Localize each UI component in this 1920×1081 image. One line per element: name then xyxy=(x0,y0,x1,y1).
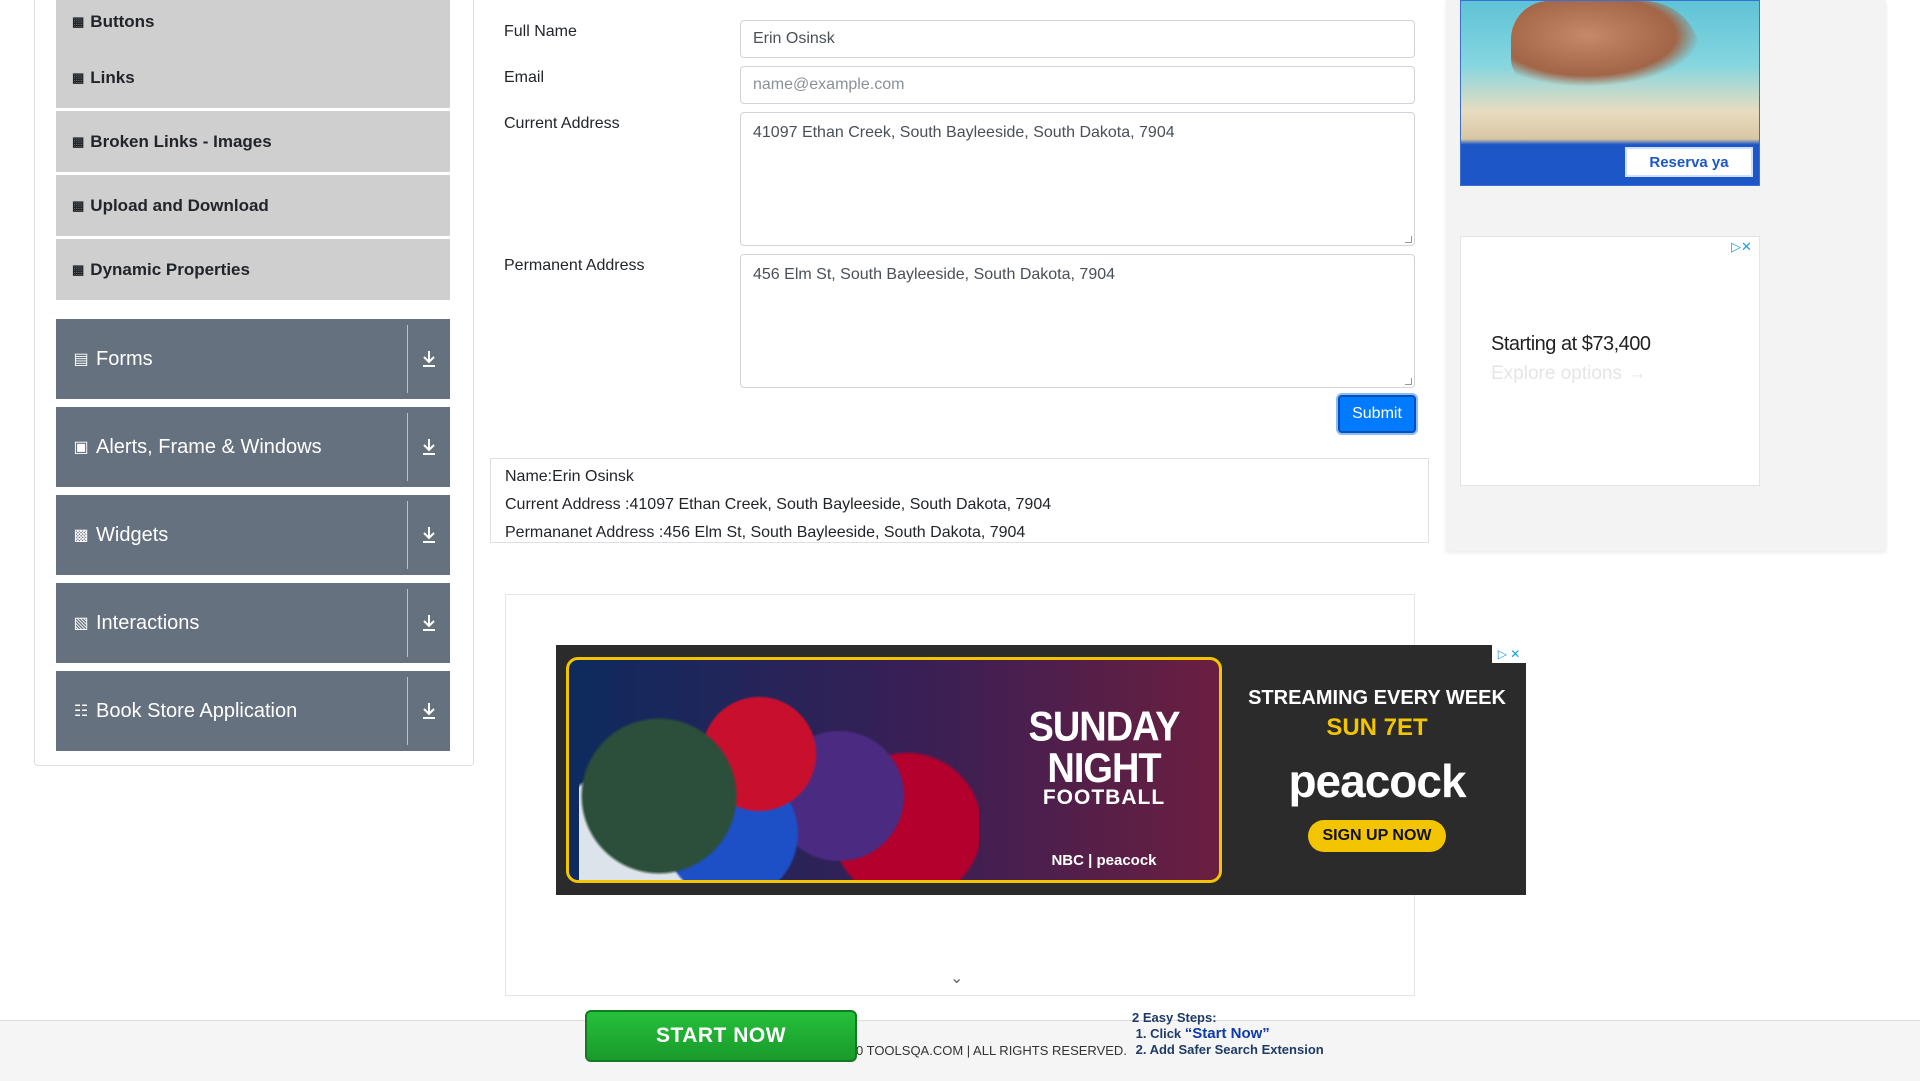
step-1: 1. Click “Start Now” xyxy=(1135,1025,1270,1042)
beach-ad[interactable]: Reserva ya xyxy=(1460,0,1760,186)
divider xyxy=(407,589,408,657)
download-icon[interactable] xyxy=(416,495,442,575)
group-book-store[interactable]: ☷ Book Store Application xyxy=(56,671,450,751)
books-icon: ☷ xyxy=(73,703,89,720)
email-label: Email xyxy=(504,69,545,86)
divider xyxy=(407,677,408,745)
download-icon[interactable] xyxy=(416,407,442,487)
download-icon[interactable] xyxy=(416,583,442,663)
car-ad[interactable]: ▷✕ Starting at $73,400 Explore options → xyxy=(1460,236,1760,486)
sidebar-item-label: Broken Links - Images xyxy=(90,131,272,151)
sidebar-item-links[interactable]: ▦ Links xyxy=(56,47,450,108)
steps-ad[interactable]: 2 Easy Steps: 1. Click “Start Now” 2. Ad… xyxy=(1132,1010,1324,1058)
sidebar-item-buttons[interactable]: ▦ Buttons xyxy=(56,0,450,52)
document-icon: ▦ xyxy=(72,13,85,29)
output-box: Name:Erin Osinsk Current Address :41097 … xyxy=(490,458,1429,543)
resize-handle[interactable] xyxy=(1405,378,1412,385)
current-address-label: Current Address xyxy=(504,115,620,132)
submit-button[interactable]: Submit xyxy=(1338,395,1416,433)
group-label: Interactions xyxy=(96,611,200,634)
sidebar-item-label: Dynamic Properties xyxy=(90,259,250,279)
group-label: Book Store Application xyxy=(96,699,298,722)
ad-photo xyxy=(1511,1,1701,87)
permanent-address-value: 456 Elm St, South Bayleeside, South Dako… xyxy=(753,266,1116,283)
group-label: Widgets xyxy=(96,523,169,546)
resize-handle[interactable] xyxy=(1405,236,1412,243)
group-label: Forms xyxy=(96,347,153,370)
sidebar-item-label: Links xyxy=(90,67,135,87)
current-address-value: 41097 Ethan Creek, South Bayleeside, Sou… xyxy=(753,124,1175,141)
adchoices-icon[interactable]: ▷✕ xyxy=(1731,239,1752,255)
sign-up-button[interactable]: SIGN UP NOW xyxy=(1308,820,1446,852)
divider xyxy=(407,501,408,569)
group-alerts-frame-windows[interactable]: ▣ Alerts, Frame & Windows xyxy=(56,407,450,487)
peacock-logo: peacock xyxy=(1288,755,1466,807)
snf-logo: SUNDAY NIGHT FOOTBALL NBC | peacock xyxy=(984,706,1219,869)
document-icon: ▦ xyxy=(72,197,85,213)
document-icon: ▦ xyxy=(72,133,85,149)
full-name-value: Erin Osinsk xyxy=(753,30,835,47)
time-text: SUN 7ET xyxy=(1326,714,1428,741)
group-label: Alerts, Frame & Windows xyxy=(96,435,322,458)
group-forms[interactable]: ▤ Forms xyxy=(56,319,450,399)
widgets-icon: ▩ xyxy=(73,527,89,544)
document-icon: ▦ xyxy=(72,69,85,85)
sidebar-item-label: Buttons xyxy=(90,11,155,31)
divider xyxy=(407,413,408,481)
nfl-image-panel: SUNDAY NIGHT FOOTBALL NBC | peacock xyxy=(566,657,1222,883)
email-placeholder: name@example.com xyxy=(753,76,905,93)
current-address-textarea[interactable]: 41097 Ethan Creek, South Bayleeside, Sou… xyxy=(740,112,1415,246)
reserva-button[interactable]: Reserva ya xyxy=(1625,147,1753,177)
document-icon: ▦ xyxy=(72,261,85,277)
output-name: Name:Erin Osinsk xyxy=(505,468,634,485)
download-icon[interactable] xyxy=(416,671,442,751)
streaming-text: STREAMING EVERY WEEK xyxy=(1248,687,1506,709)
start-now-button[interactable]: START NOW xyxy=(585,1010,857,1062)
group-widgets[interactable]: ▩ Widgets xyxy=(56,495,450,575)
players-image xyxy=(579,670,979,880)
copyright-text: 0 TOOLSQA.COM | ALL RIGHTS RESERVED. xyxy=(856,1043,1127,1058)
snf-title-1: SUNDAY NIGHT xyxy=(1028,704,1181,792)
interactions-icon: ▧ xyxy=(73,615,89,632)
arrow-right-icon: → xyxy=(1627,363,1647,384)
form-icon: ▤ xyxy=(73,351,89,368)
sidebar-item-label: Upload and Download xyxy=(90,195,269,215)
output-permanent-address: Permananet Address :456 Elm St, South Ba… xyxy=(505,524,1026,541)
output-current-address: Current Address :41097 Ethan Creek, Sout… xyxy=(505,496,1052,513)
window-icon: ▣ xyxy=(73,439,89,456)
full-name-input[interactable]: Erin Osinsk xyxy=(740,20,1415,58)
group-interactions[interactable]: ▧ Interactions xyxy=(56,583,450,663)
permanent-address-label: Permanent Address xyxy=(504,257,645,274)
sidebar-item-broken-links[interactable]: ▦ Broken Links - Images xyxy=(56,111,450,172)
car-price: Starting at $73,400 xyxy=(1491,333,1651,355)
ad-close-icon[interactable]: ▷ ✕ xyxy=(1492,645,1526,663)
email-input[interactable]: name@example.com xyxy=(740,66,1415,104)
steps-title: 2 Easy Steps: xyxy=(1132,1010,1217,1025)
chevron-down-icon[interactable]: ⌄ xyxy=(950,968,963,988)
nfl-banner-ad[interactable]: SUNDAY NIGHT FOOTBALL NBC | peacock STRE… xyxy=(556,645,1526,895)
car-explore[interactable]: Explore options → xyxy=(1491,363,1646,385)
sidebar-item-dynamic-properties[interactable]: ▦ Dynamic Properties xyxy=(56,239,450,300)
sidebar-item-upload-download[interactable]: ▦ Upload and Download xyxy=(56,175,450,236)
snf-networks: NBC | peacock xyxy=(1051,852,1157,869)
download-icon[interactable] xyxy=(416,319,442,399)
nfl-right-panel: STREAMING EVERY WEEK SUN 7ET peacock SIG… xyxy=(1228,645,1526,895)
full-name-label: Full Name xyxy=(504,23,577,40)
divider xyxy=(407,325,408,393)
permanent-address-textarea[interactable]: 456 Elm St, South Bayleeside, South Dako… xyxy=(740,254,1415,388)
sidebar: ▦ Buttons ▦ Links ▦ Broken Links - Images ▦… xyxy=(34,0,474,766)
step-2: 2. Add Safer Search Extension xyxy=(1135,1042,1324,1057)
